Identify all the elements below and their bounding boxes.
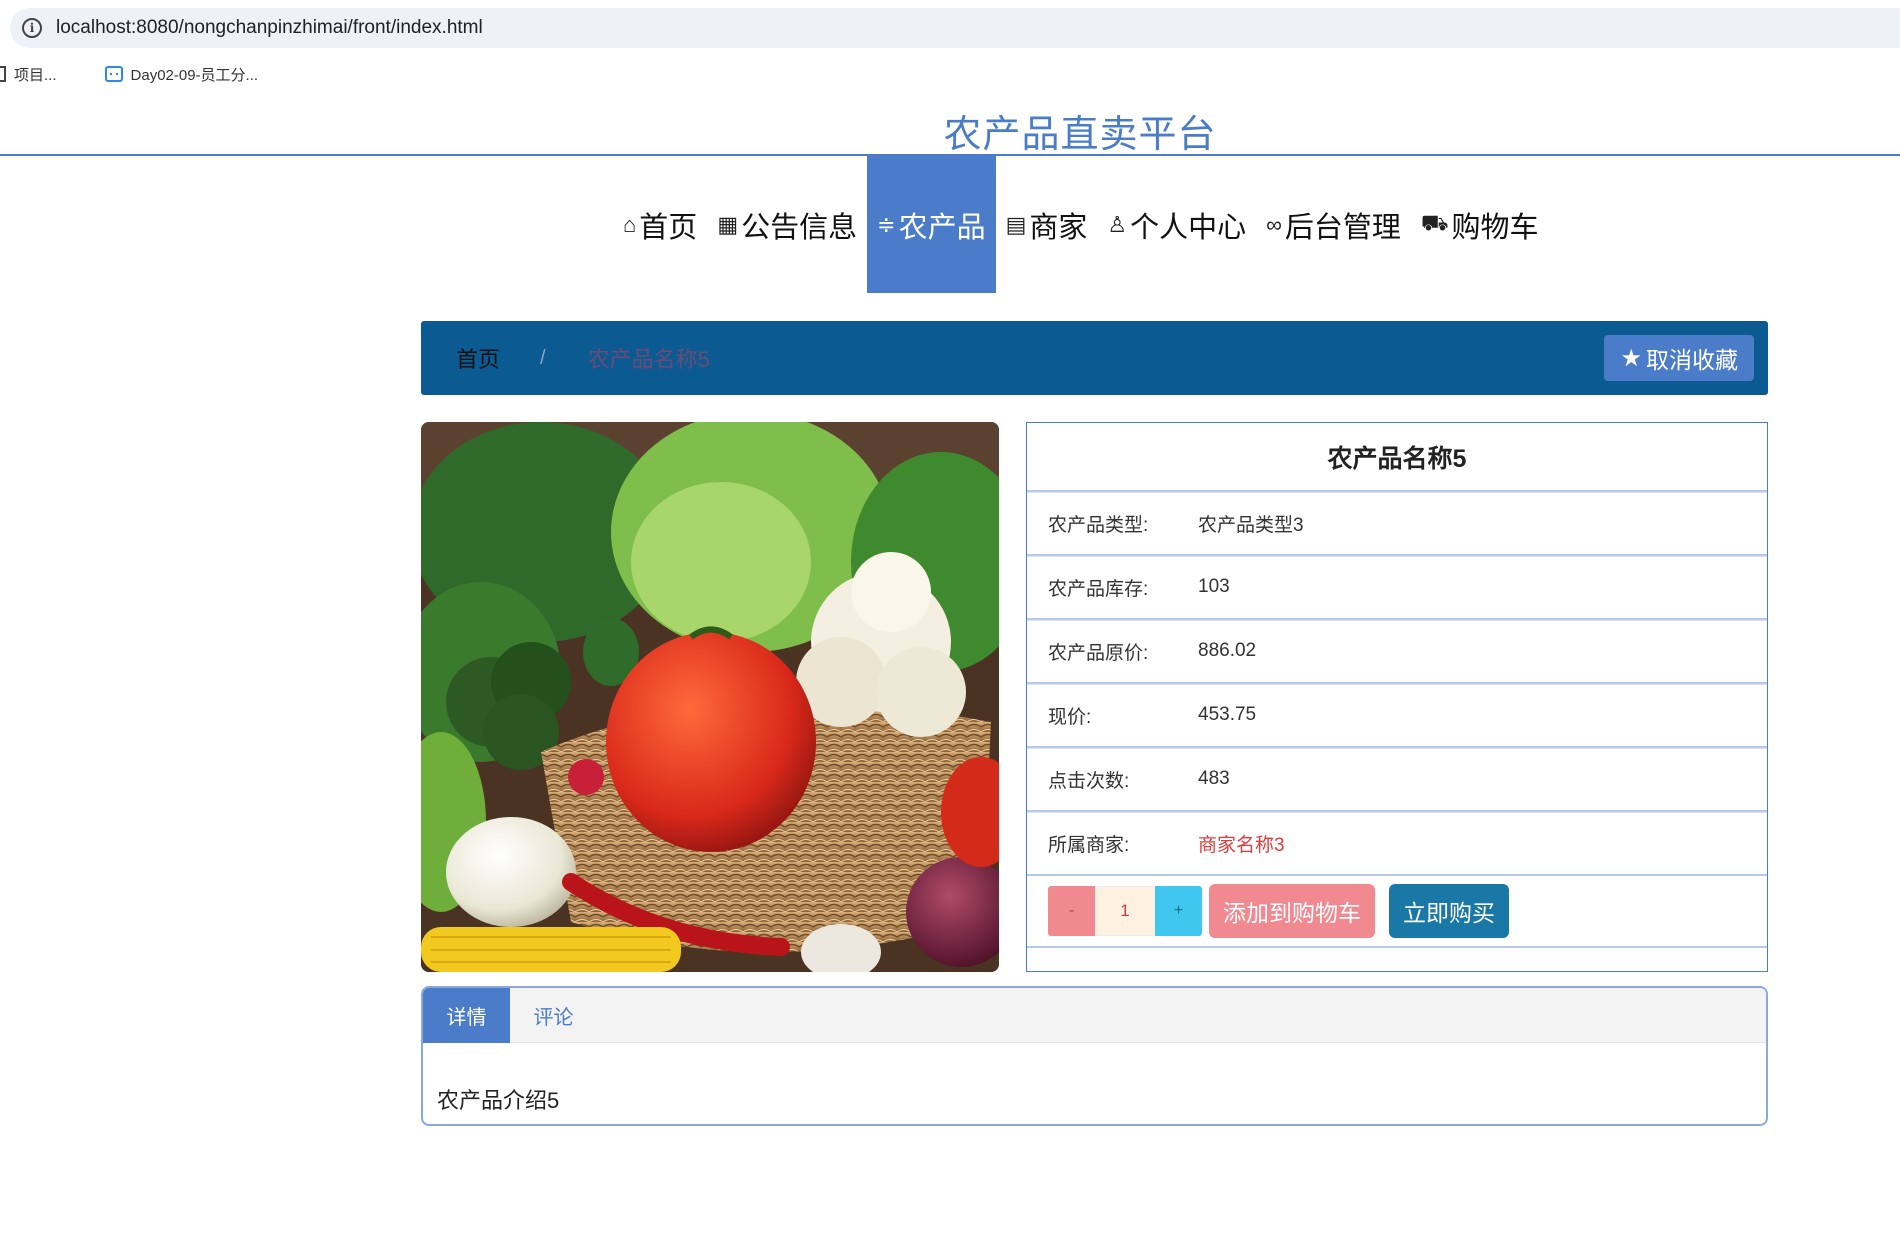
field-label: 农产品类型: bbox=[1048, 514, 1149, 536]
nav-item-cart[interactable]: ⛟ 购物车 bbox=[1411, 156, 1549, 293]
main-nav: ⌂ 首页 ▦ 公告信息 ≑ 农产品 ▤ 商家 ♙ 个人中心 ∞ 后台管理 ⛟ 购… bbox=[613, 156, 1549, 293]
field-label: 现价: bbox=[1048, 706, 1092, 728]
nav-item-merchants[interactable]: ▤ 商家 bbox=[996, 156, 1098, 293]
field-value: 453.75 bbox=[1198, 704, 1257, 725]
field-row-current-price: 现价: 453.75 bbox=[1027, 682, 1767, 746]
grid-icon: ▦ bbox=[717, 211, 739, 237]
field-row-clicks: 点击次数: 483 bbox=[1027, 746, 1767, 810]
breadcrumb-home[interactable]: 首页 bbox=[456, 342, 500, 374]
quantity-decrement-button[interactable]: - bbox=[1048, 886, 1095, 936]
nav-item-products[interactable]: ≑ 农产品 bbox=[867, 156, 996, 293]
detail-tabs: 详情 评论 农产品介绍5 bbox=[421, 986, 1768, 1126]
site-info-icon[interactable]: i bbox=[22, 18, 42, 38]
nav-item-admin[interactable]: ∞ 后台管理 bbox=[1256, 156, 1411, 293]
address-bar[interactable]: i localhost:8080/nongchanpinzhimai/front… bbox=[10, 8, 1900, 48]
clipboard-icon: ▤ bbox=[1005, 211, 1027, 237]
breadcrumb: 首页 / 农产品名称5 ★ 取消收藏 bbox=[421, 321, 1768, 395]
field-value: 103 bbox=[1198, 576, 1230, 597]
nav-label: 购物车 bbox=[1451, 211, 1539, 244]
user-icon: ♙ bbox=[1107, 211, 1128, 237]
nav-label: 首页 bbox=[639, 211, 698, 244]
field-value: 农产品类型3 bbox=[1198, 514, 1304, 536]
merchant-link[interactable]: 商家名称3 bbox=[1198, 830, 1285, 857]
link-icon: ∞ bbox=[1266, 211, 1282, 237]
quantity-increment-button[interactable]: + bbox=[1155, 886, 1202, 936]
product-image[interactable] bbox=[421, 422, 999, 972]
field-row-stock: 农产品库存: 103 bbox=[1027, 554, 1767, 618]
bookmark-label: Day02-09-员工分... bbox=[130, 66, 259, 84]
breadcrumb-current: 农产品名称5 bbox=[587, 347, 710, 372]
tab-comments[interactable]: 评论 bbox=[510, 988, 597, 1043]
nav-label: 农产品 bbox=[898, 211, 986, 244]
bilibili-icon bbox=[104, 66, 123, 82]
star-icon: ★ bbox=[1620, 344, 1642, 372]
field-label: 农产品库存: bbox=[1048, 578, 1149, 600]
nav-item-home[interactable]: ⌂ 首页 bbox=[613, 156, 707, 293]
nav-label: 后台管理 bbox=[1284, 211, 1401, 244]
quantity-input[interactable]: 1 bbox=[1095, 886, 1155, 936]
tab-strip: 详情 评论 bbox=[423, 988, 1766, 1043]
tab-content: 农产品介绍5 bbox=[437, 1088, 560, 1113]
url-text[interactable]: localhost:8080/nongchanpinzhimai/front/i… bbox=[56, 17, 483, 39]
vegetable-basket-illustration bbox=[421, 422, 999, 972]
bookmark-projects[interactable]: 项目... bbox=[0, 64, 57, 85]
nav-label: 个人中心 bbox=[1130, 211, 1247, 244]
product-info-panel: 农产品名称5 农产品类型: 农产品类型3 农产品库存: 103 农产品原价: 8… bbox=[1026, 422, 1768, 972]
home-icon: ⌂ bbox=[623, 211, 637, 237]
add-to-cart-button[interactable]: 添加到购物车 bbox=[1209, 884, 1375, 938]
bookmark-label: 项目... bbox=[14, 66, 57, 84]
bookmarks-bar: 项目... Day02-09-员工分... bbox=[0, 60, 288, 88]
product-name: 农产品名称5 bbox=[1327, 444, 1467, 473]
purchase-actions: - 1 + 添加到购物车 立即购买 bbox=[1027, 874, 1767, 948]
field-label: 农产品原价: bbox=[1048, 642, 1149, 664]
tab-details[interactable]: 详情 bbox=[423, 988, 510, 1043]
buy-now-button[interactable]: 立即购买 bbox=[1389, 884, 1509, 938]
unfavorite-label: 取消收藏 bbox=[1646, 347, 1738, 373]
unfavorite-button[interactable]: ★ 取消收藏 bbox=[1604, 335, 1754, 381]
nav-label: 商家 bbox=[1029, 211, 1088, 244]
field-value: 886.02 bbox=[1198, 640, 1257, 661]
breadcrumb-separator: / bbox=[540, 346, 546, 369]
nav-item-profile[interactable]: ♙ 个人中心 bbox=[1097, 156, 1256, 293]
field-label: 所属商家: bbox=[1048, 834, 1130, 856]
site-title: 农产品直卖平台 bbox=[943, 114, 1217, 156]
field-row-original-price: 农产品原价: 886.02 bbox=[1027, 618, 1767, 682]
bookmark-day02[interactable]: Day02-09-员工分... bbox=[104, 64, 259, 85]
nav-item-notices[interactable]: ▦ 公告信息 bbox=[707, 156, 867, 293]
nav-label: 公告信息 bbox=[741, 211, 858, 244]
field-label: 点击次数: bbox=[1048, 770, 1130, 792]
field-value: 483 bbox=[1198, 768, 1230, 789]
sliders-icon: ≑ bbox=[877, 211, 896, 237]
field-row-merchant: 所属商家: 商家名称3 bbox=[1027, 810, 1767, 874]
field-row-type: 农产品类型: 农产品类型3 bbox=[1027, 490, 1767, 554]
folder-icon bbox=[0, 66, 6, 82]
cart-icon: ⛟ bbox=[1420, 210, 1449, 235]
